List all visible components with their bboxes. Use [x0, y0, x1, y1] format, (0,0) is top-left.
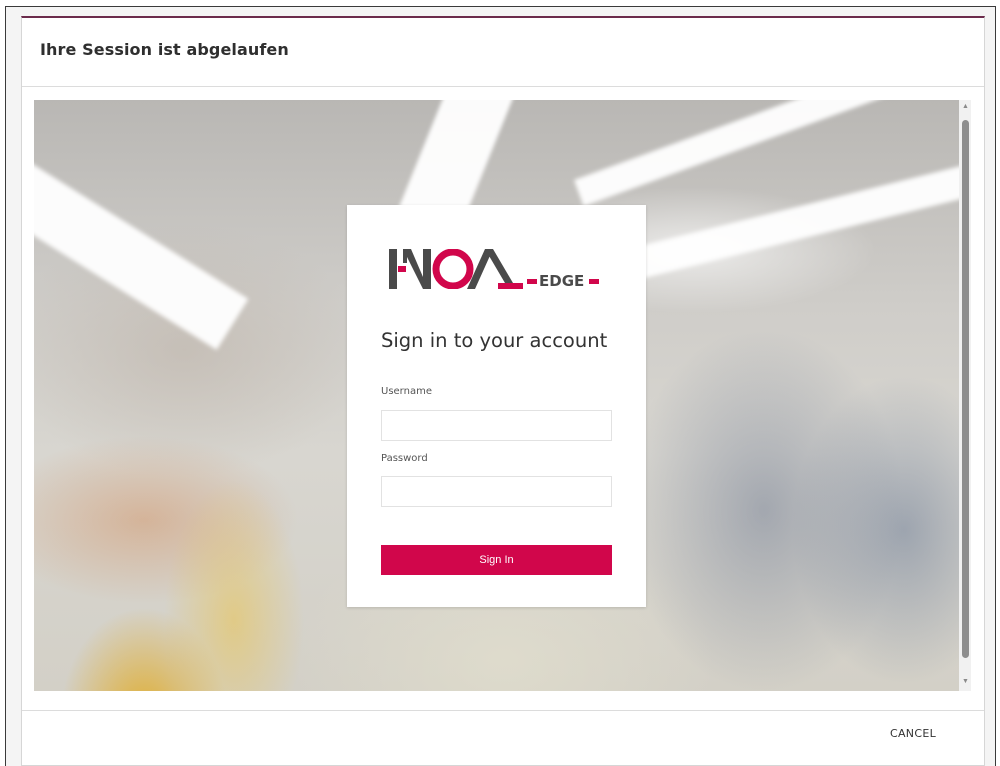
- scrollbar-thumb[interactable]: [962, 120, 969, 658]
- light-beam: [34, 140, 249, 350]
- logo-edge-text: EDGE: [539, 272, 584, 289]
- password-input[interactable]: [381, 476, 612, 507]
- username-label: Username: [381, 386, 432, 397]
- cancel-button[interactable]: CANCEL: [884, 723, 942, 744]
- scroll-up-arrow-icon[interactable]: ▲: [962, 103, 969, 110]
- password-label: Password: [381, 453, 428, 464]
- scroll-down-arrow-icon[interactable]: ▼: [962, 678, 969, 685]
- title-divider: [22, 86, 984, 87]
- sign-in-button[interactable]: Sign In: [381, 545, 612, 575]
- light-beam: [624, 162, 959, 282]
- login-card: EDGE Sign in to your account Username Pa…: [347, 205, 646, 607]
- noa-edge-logo: EDGE: [389, 249, 599, 289]
- sign-in-heading: Sign in to your account: [381, 329, 608, 352]
- footer-divider: [22, 710, 984, 711]
- username-input[interactable]: [381, 410, 612, 441]
- dialog-title: Ihre Session ist abgelaufen: [40, 40, 289, 59]
